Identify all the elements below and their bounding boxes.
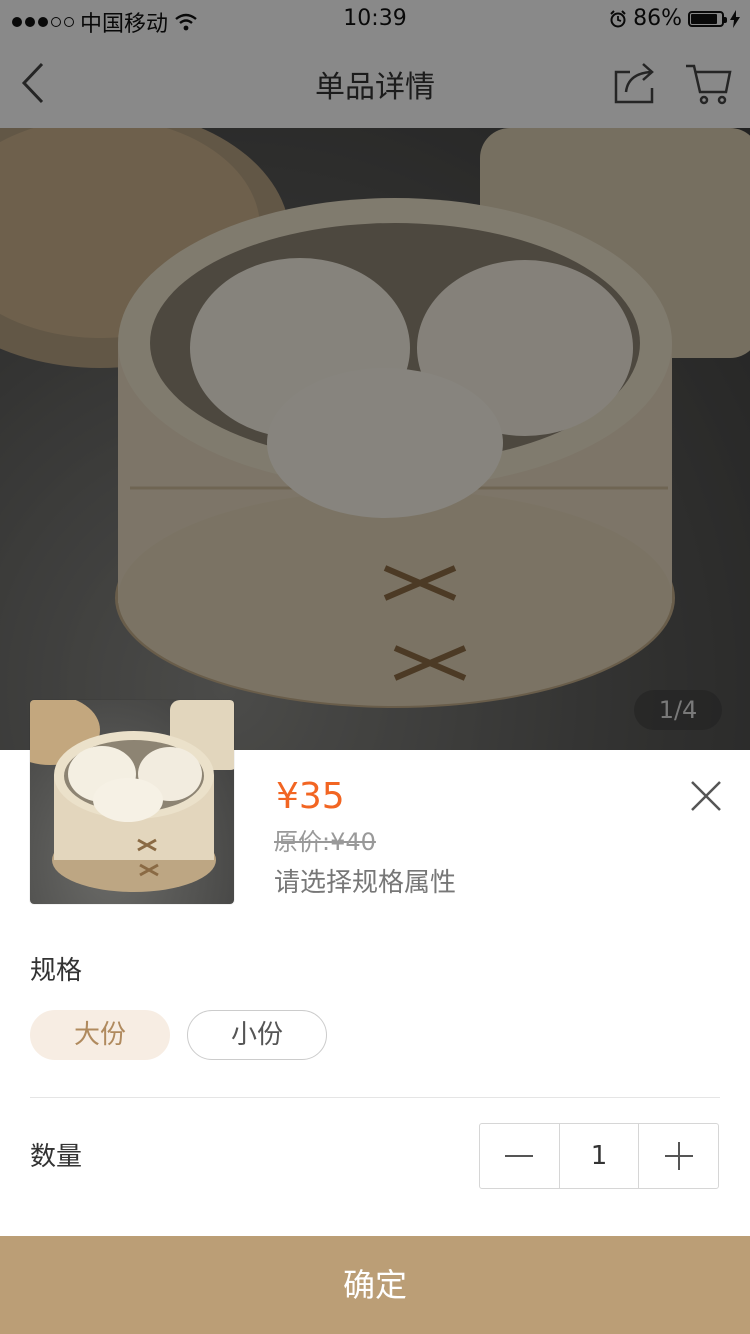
spec-label: 规格 [30,956,83,986]
increment-button[interactable] [639,1124,718,1188]
decrement-button[interactable] [480,1124,559,1188]
close-icon [691,781,721,811]
plus-icon [664,1142,693,1170]
original-price: 原价:¥40 [274,828,376,856]
spec-hint-text: 请选择规格属性 [274,868,457,898]
spec-option-small[interactable]: 小份 [187,1010,327,1060]
modal-overlay[interactable] [0,0,750,750]
steamed-buns-thumbnail [30,700,234,892]
divider [30,1097,720,1098]
quantity-value[interactable]: 1 [558,1124,640,1188]
spec-option-large[interactable]: 大份 [30,1010,170,1060]
product-price: ¥35 [276,776,345,817]
quantity-label: 数量 [30,1142,83,1172]
product-thumbnail [30,700,234,904]
confirm-button[interactable]: 确定 [0,1236,750,1334]
close-button[interactable] [686,776,726,816]
quantity-stepper: 1 [479,1123,719,1189]
minus-icon [505,1155,534,1157]
